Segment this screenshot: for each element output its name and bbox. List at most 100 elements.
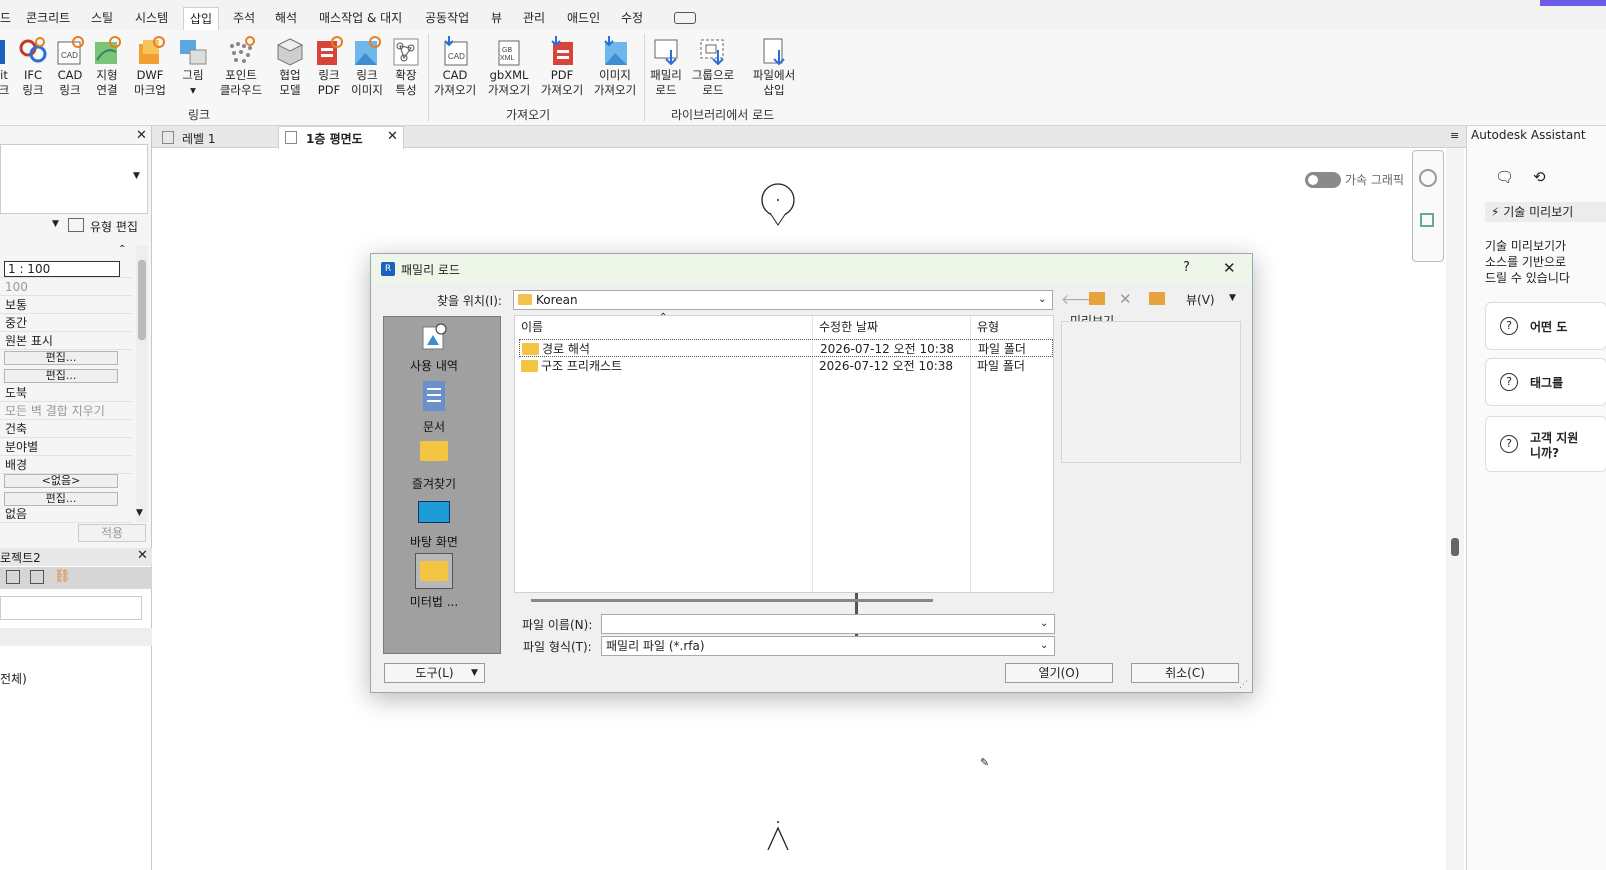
- instance-filter[interactable]: ▼ 유형 편집: [0, 217, 150, 237]
- user-badge[interactable]: [1540, 0, 1606, 6]
- scrollbar-thumb[interactable]: [138, 260, 146, 340]
- level-marker-bottom[interactable]: [760, 820, 796, 851]
- menu-tab-steel[interactable]: 스틸: [91, 9, 113, 26]
- browser-item-all[interactable]: 전체): [0, 670, 27, 687]
- edit-type-button[interactable]: 유형 편집: [90, 218, 138, 235]
- horizontal-scrollbar[interactable]: [531, 599, 933, 602]
- apply-button[interactable]: 적용: [78, 524, 146, 542]
- menu-tab-view[interactable]: 뷰: [491, 9, 502, 26]
- scale-field[interactable]: 1 : 100: [4, 261, 120, 277]
- close-icon[interactable]: ✕: [387, 129, 398, 144]
- browser-search-input[interactable]: [0, 596, 142, 620]
- file-name-input[interactable]: ⌄: [601, 614, 1055, 634]
- dialog-close-button[interactable]: ✕: [1223, 259, 1236, 277]
- suggestion-card[interactable]: ? 고객 지원 니까?: [1485, 416, 1606, 472]
- column-name[interactable]: 이름: [521, 318, 543, 335]
- menu-tab-collaborate[interactable]: 공동작업: [425, 9, 469, 26]
- property-row[interactable]: 없음: [0, 505, 132, 523]
- import-pdf-button[interactable]: PDF 가져오기: [537, 36, 587, 98]
- ifc-link-button[interactable]: IFC 링크: [16, 36, 50, 98]
- extended-properties-button[interactable]: 확장 특성: [389, 36, 423, 98]
- menu-tab-systems[interactable]: 시스템: [135, 9, 168, 26]
- property-row[interactable]: 건축: [0, 420, 132, 438]
- type-selector[interactable]: ▼: [0, 144, 148, 214]
- close-icon[interactable]: ✕: [137, 548, 148, 563]
- image-button[interactable]: 그림 ▾: [176, 36, 210, 98]
- tab-level-1[interactable]: 레벨 1: [158, 128, 278, 148]
- property-row[interactable]: 배경: [0, 456, 132, 474]
- insert-from-file-button[interactable]: 파일에서 삽입: [746, 36, 802, 98]
- place-documents[interactable]: 문서: [384, 381, 484, 435]
- menu-tab-insert[interactable]: 삽입: [183, 7, 220, 31]
- look-in-select[interactable]: Korean ⌄: [513, 290, 1053, 310]
- revit-link-button[interactable]: it 크: [0, 36, 14, 98]
- file-row[interactable]: 구조 프리캐스트 2026-07-12 오전 10:38 파일 폴더: [519, 357, 1053, 375]
- link-image-button[interactable]: 링크 이미지: [349, 36, 385, 98]
- place-desktop[interactable]: 바탕 화면: [384, 501, 484, 550]
- cancel-button[interactable]: 취소(C): [1131, 663, 1239, 683]
- sheets-icon[interactable]: [30, 570, 44, 584]
- edit-button[interactable]: 편집...: [4, 369, 118, 383]
- load-family-button[interactable]: 패밀리 로드: [646, 36, 686, 98]
- column-date[interactable]: 수정한 날짜: [819, 318, 878, 335]
- place-favorites[interactable]: 즐겨찾기: [384, 441, 484, 492]
- scrollbar-thumb[interactable]: [1451, 538, 1459, 556]
- dwf-markup-button[interactable]: DWF 마크업: [130, 36, 170, 98]
- link-pdf-button[interactable]: 링크 PDF: [312, 36, 346, 98]
- menu-tab-modify[interactable]: 수정: [621, 9, 643, 26]
- import-image-button[interactable]: 이미지 가져오기: [590, 36, 640, 98]
- property-row[interactable]: 원본 표시: [0, 332, 132, 350]
- resize-grip-icon[interactable]: ⋰: [1239, 680, 1248, 690]
- menu-tab-manage[interactable]: 관리: [523, 9, 545, 26]
- help-button[interactable]: ?: [1183, 260, 1190, 275]
- edit-button[interactable]: 편집...: [4, 351, 118, 365]
- scroll-down-icon[interactable]: ▼: [136, 508, 143, 518]
- tools-button[interactable]: 도구(L) ▼: [384, 663, 485, 683]
- point-cloud-button[interactable]: 포인트 클라우드: [218, 36, 264, 98]
- load-as-group-button[interactable]: 그룹으로 로드: [688, 36, 738, 98]
- canvas-scrollbar[interactable]: [1446, 148, 1464, 870]
- import-gbxml-button[interactable]: GB XML gbXML 가져오기: [484, 36, 534, 98]
- cad-link-button[interactable]: CAD CAD 링크: [53, 36, 87, 98]
- place-recent[interactable]: 사용 내역: [384, 323, 484, 374]
- contextual-tab-icon[interactable]: [674, 12, 696, 24]
- coordination-model-button[interactable]: 협업 모델: [272, 36, 308, 98]
- menu-tab-massing[interactable]: 매스작업 & 대지: [319, 9, 402, 26]
- import-cad-button[interactable]: CAD CAD 가져오기: [430, 36, 480, 98]
- file-type-select[interactable]: 패밀리 파일 (*.rfa) ⌄: [601, 636, 1055, 656]
- chevron-down-icon[interactable]: ▼: [1229, 293, 1236, 303]
- zoom-icon[interactable]: [1420, 213, 1434, 227]
- up-folder-icon[interactable]: [1089, 292, 1105, 305]
- property-row[interactable]: 보통: [0, 296, 132, 314]
- property-row[interactable]: 분야별: [0, 438, 132, 456]
- steering-wheel-icon[interactable]: [1419, 169, 1437, 187]
- delete-icon[interactable]: ✕: [1119, 290, 1132, 308]
- property-row[interactable]: 도북: [0, 384, 132, 402]
- accel-graphics-toggle[interactable]: 가속 그래픽: [1305, 170, 1409, 190]
- topo-link-button[interactable]: 지형 연결: [90, 36, 124, 98]
- property-row[interactable]: 1 : 100: [0, 260, 132, 278]
- views-menu-button[interactable]: 뷰(V): [1186, 291, 1215, 308]
- menu-tab-addins[interactable]: 애드인: [567, 9, 600, 26]
- link-icon[interactable]: ⛓: [54, 569, 71, 584]
- scrollbar[interactable]: [136, 246, 148, 522]
- suggestion-card[interactable]: ? 태그를: [1485, 358, 1606, 406]
- column-type[interactable]: 유형: [977, 318, 999, 335]
- views-icon[interactable]: [6, 570, 20, 584]
- edit-button[interactable]: 편집...: [4, 492, 118, 506]
- place-metric[interactable]: 미터법 ...: [384, 553, 484, 610]
- menu-tab-analyze[interactable]: 해석: [275, 9, 297, 26]
- level-marker-top[interactable]: [760, 183, 796, 233]
- tab-menu-icon[interactable]: ≡: [1450, 129, 1459, 142]
- open-button[interactable]: 열기(O): [1005, 663, 1113, 683]
- chat-icon[interactable]: 🗨: [1495, 168, 1514, 186]
- menu-tab-concrete[interactable]: 콘크리트: [26, 9, 70, 26]
- close-icon[interactable]: ✕: [136, 128, 147, 143]
- file-row[interactable]: 경로 해석 2026-07-12 오전 10:38 파일 폴더: [519, 339, 1053, 357]
- menu-tab-1[interactable]: 드: [0, 9, 11, 26]
- new-folder-icon[interactable]: [1149, 292, 1165, 305]
- suggestion-card[interactable]: ? 어떤 도: [1485, 302, 1606, 350]
- menu-tab-annotate[interactable]: 주석: [233, 9, 255, 26]
- property-row[interactable]: 중간: [0, 314, 132, 332]
- none-button[interactable]: <없음>: [4, 474, 118, 488]
